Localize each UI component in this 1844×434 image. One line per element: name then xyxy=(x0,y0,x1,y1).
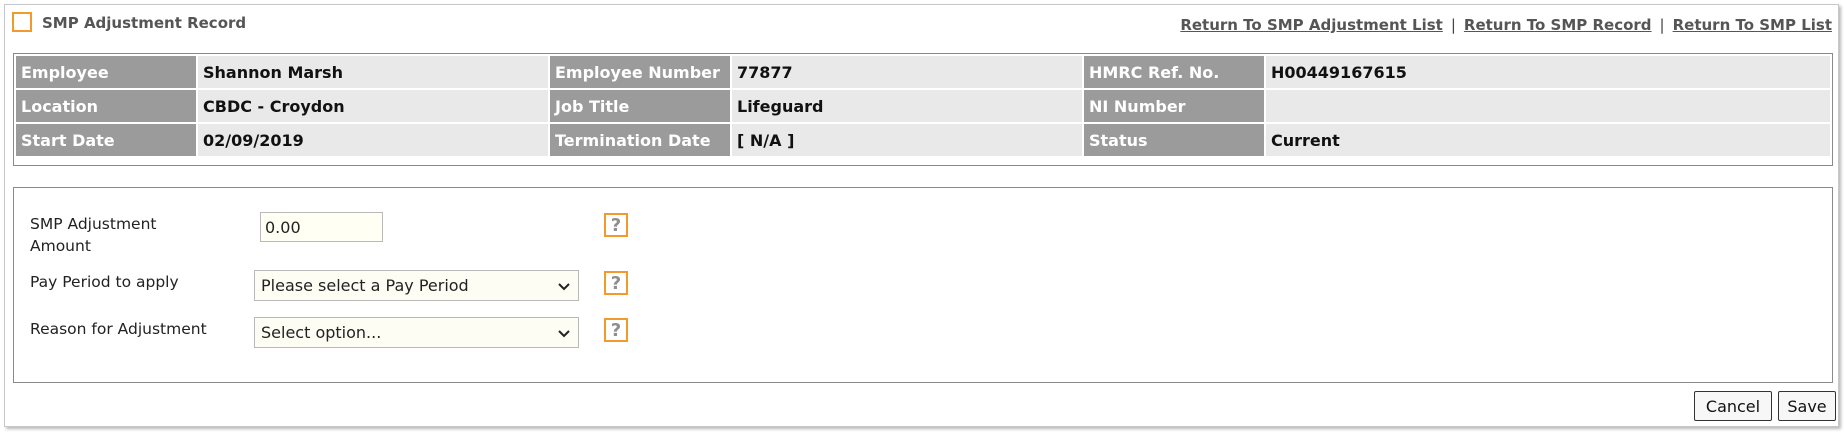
link-separator: | xyxy=(1659,16,1665,34)
help-glyph: ? xyxy=(610,272,622,294)
help-question-icon[interactable]: ? xyxy=(604,318,628,342)
pay-period-select[interactable]: Please select a Pay Period xyxy=(254,270,579,301)
save-button[interactable]: Save xyxy=(1778,391,1836,421)
hmrc-ref-label: HMRC Ref. No. xyxy=(1084,56,1264,88)
job-title-label: Job Title xyxy=(550,90,730,122)
reason-select[interactable]: Select option... xyxy=(254,317,579,348)
return-to-smp-adjustment-list-link[interactable]: Return To SMP Adjustment List xyxy=(1180,16,1443,34)
help-question-icon[interactable]: ? xyxy=(604,271,628,295)
amount-label: SMP Adjustment Amount xyxy=(30,213,156,257)
termination-date-label: Termination Date xyxy=(550,124,730,156)
amount-label-line1: SMP Adjustment xyxy=(30,215,157,233)
location-value: CBDC - Croydon xyxy=(198,90,548,122)
ni-number-value xyxy=(1266,90,1830,122)
info-row: Start Date 02/09/2019 Termination Date [… xyxy=(16,124,1830,156)
smp-adjustment-panel: SMP Adjustment Record Return To SMP Adju… xyxy=(4,4,1839,427)
employee-label: Employee xyxy=(16,56,196,88)
help-question-icon[interactable]: ? xyxy=(604,213,628,237)
reason-selected: Select option... xyxy=(261,323,382,342)
ni-number-label: NI Number xyxy=(1084,90,1264,122)
employee-info-table: Employee Shannon Marsh Employee Number 7… xyxy=(13,53,1833,166)
return-to-smp-list-link[interactable]: Return To SMP List xyxy=(1673,16,1832,34)
adjustment-form: SMP Adjustment Amount 0.00 ? Pay Period … xyxy=(13,187,1833,383)
termination-date-value: [ N/A ] xyxy=(732,124,1082,156)
hmrc-ref-value: H00449167615 xyxy=(1266,56,1830,88)
employee-number-value: 77877 xyxy=(732,56,1082,88)
return-links: Return To SMP Adjustment List | Return T… xyxy=(1180,16,1832,34)
location-label: Location xyxy=(16,90,196,122)
status-value: Current xyxy=(1266,124,1830,156)
help-glyph: ? xyxy=(610,214,622,236)
start-date-value: 02/09/2019 xyxy=(198,124,548,156)
info-row: Location CBDC - Croydon Job Title Lifegu… xyxy=(16,90,1830,122)
amount-value: 0.00 xyxy=(265,217,301,237)
amount-label-line2: Amount xyxy=(30,237,91,255)
chevron-down-icon xyxy=(558,282,570,290)
return-to-smp-record-link[interactable]: Return To SMP Record xyxy=(1464,16,1652,34)
help-glyph: ? xyxy=(610,319,622,341)
square-outline-icon xyxy=(12,12,32,32)
smp-adjustment-amount-input[interactable]: 0.00 xyxy=(260,212,383,242)
info-row: Employee Shannon Marsh Employee Number 7… xyxy=(16,56,1830,88)
pay-period-label: Pay Period to apply xyxy=(30,273,179,291)
page-title: SMP Adjustment Record xyxy=(42,14,247,32)
link-separator: | xyxy=(1450,16,1456,34)
job-title-value: Lifeguard xyxy=(732,90,1082,122)
chevron-down-icon xyxy=(558,329,570,337)
pay-period-selected: Please select a Pay Period xyxy=(261,276,469,295)
reason-label: Reason for Adjustment xyxy=(30,320,207,338)
status-label: Status xyxy=(1084,124,1264,156)
cancel-button[interactable]: Cancel xyxy=(1694,391,1772,421)
start-date-label: Start Date xyxy=(16,124,196,156)
employee-value: Shannon Marsh xyxy=(198,56,548,88)
employee-number-label: Employee Number xyxy=(550,56,730,88)
